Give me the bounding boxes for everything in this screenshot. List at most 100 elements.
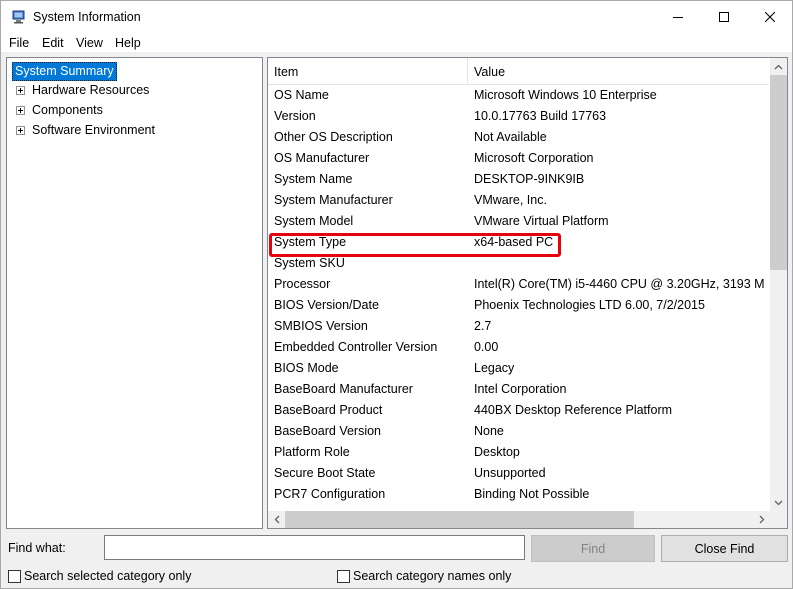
tree-item-label: Hardware Resources: [32, 83, 150, 97]
menu-file[interactable]: File: [9, 36, 29, 50]
table-row[interactable]: Secure Boot State Unsupported: [268, 463, 769, 484]
row-item-cell: BIOS Version/Date: [274, 298, 379, 312]
row-value-cell: Desktop: [474, 445, 520, 459]
search-category-names-checkbox[interactable]: Search category names only: [337, 568, 511, 584]
tree-item-label: Software Environment: [32, 123, 155, 137]
tree-item-system-summary[interactable]: System Summary: [12, 62, 117, 81]
tree-item-software-environment[interactable]: Software Environment: [7, 121, 257, 140]
close-find-button[interactable]: Close Find: [661, 535, 788, 562]
table-row[interactable]: System Model VMware Virtual Platform: [268, 211, 769, 232]
row-value-cell: Phoenix Technologies LTD 6.00, 7/2/2015: [474, 298, 705, 312]
table-row[interactable]: Version 10.0.17763 Build 17763: [268, 106, 769, 127]
row-item-cell: Platform Role: [274, 445, 350, 459]
chevron-up-icon: [774, 64, 783, 69]
close-button[interactable]: [747, 1, 793, 33]
table-row[interactable]: BaseBoard Product 440BX Desktop Reference…: [268, 400, 769, 421]
category-tree[interactable]: System Summary Hardware Resources Compon…: [6, 57, 263, 529]
scroll-right-button[interactable]: [753, 511, 770, 528]
table-row[interactable]: OS Manufacturer Microsoft Corporation: [268, 148, 769, 169]
row-item-cell: BaseBoard Product: [274, 403, 383, 417]
row-value-cell: Microsoft Corporation: [474, 151, 594, 165]
search-selected-category-checkbox[interactable]: Search selected category only: [8, 568, 191, 584]
row-item-cell: System Manufacturer: [274, 193, 393, 207]
row-value-cell: x64-based PC: [474, 235, 554, 249]
system-information-app-icon: [11, 10, 26, 24]
chevron-left-icon: [274, 515, 279, 524]
find-what-input[interactable]: [104, 535, 525, 560]
expand-plus-icon[interactable]: [16, 106, 25, 115]
scroll-down-button[interactable]: [770, 494, 787, 511]
vertical-scrollbar[interactable]: [770, 58, 787, 511]
horizontal-scrollbar[interactable]: [268, 511, 770, 528]
list-header: Item Value: [268, 58, 769, 85]
row-item-cell: SMBIOS Version: [274, 319, 368, 333]
row-item-cell: Version: [274, 109, 316, 123]
menu-help[interactable]: Help: [115, 36, 141, 50]
row-value-cell: DESKTOP-9INK9IB: [474, 172, 585, 186]
maximize-icon: [719, 12, 729, 22]
table-row[interactable]: Other OS Description Not Available: [268, 127, 769, 148]
table-row[interactable]: Processor Intel(R) Core(TM) i5-4460 CPU @…: [268, 274, 769, 295]
column-header-value[interactable]: Value: [474, 65, 505, 79]
row-value-cell: None: [474, 424, 504, 438]
menu-edit[interactable]: Edit: [42, 36, 64, 50]
window-title: System Information: [33, 10, 141, 24]
table-row[interactable]: System SKU: [268, 253, 769, 274]
horizontal-scroll-thumb[interactable]: [285, 511, 634, 528]
list-rows: OS Name Microsoft Windows 10 Enterprise Ve…: [268, 85, 769, 509]
checkbox-label: Search selected category only: [24, 569, 192, 583]
table-row[interactable]: Embedded Controller Version 0.00: [268, 337, 769, 358]
scroll-left-button[interactable]: [268, 511, 285, 528]
table-row[interactable]: BaseBoard Manufacturer Intel Corporation: [268, 379, 769, 400]
row-item-cell: BaseBoard Version: [274, 424, 382, 438]
row-item-cell: System Name: [274, 172, 353, 186]
vertical-scroll-thumb[interactable]: [770, 75, 787, 270]
row-item-cell: OS Name: [274, 88, 329, 102]
row-value-cell: Unsupported: [474, 466, 546, 480]
expand-plus-icon[interactable]: [16, 126, 25, 135]
table-row[interactable]: SMBIOS Version 2.7: [268, 316, 769, 337]
menu-bar: File Edit View Help: [1, 33, 792, 53]
title-bar[interactable]: System Information: [1, 1, 792, 33]
table-row[interactable]: Platform Role Desktop: [268, 442, 769, 463]
table-row[interactable]: System Name DESKTOP-9INK9IB: [268, 169, 769, 190]
table-row[interactable]: PCR7 Configuration Binding Not Possible: [268, 484, 769, 505]
row-item-cell: Processor: [274, 277, 331, 291]
column-header-item[interactable]: Item: [274, 65, 298, 79]
row-value-cell: Intel(R) Core(TM) i5-4460 CPU @ 3.20GHz,…: [474, 277, 765, 291]
table-row[interactable]: System Manufacturer VMware, Inc.: [268, 190, 769, 211]
row-item-cell: OS Manufacturer: [274, 151, 370, 165]
maximize-button[interactable]: [701, 1, 747, 33]
tree-item-components[interactable]: Components: [7, 101, 257, 120]
row-value-cell: 440BX Desktop Reference Platform: [474, 403, 673, 417]
table-row[interactable]: System Type x64-based PC: [268, 232, 769, 253]
table-row[interactable]: BIOS Version/Date Phoenix Technologies LT…: [268, 295, 769, 316]
row-item-cell: Embedded Controller Version: [274, 340, 438, 354]
menu-view[interactable]: View: [76, 36, 103, 50]
row-value-cell: 10.0.17763 Build 17763: [474, 109, 607, 123]
table-row[interactable]: BIOS Mode Legacy: [268, 358, 769, 379]
checkbox-box[interactable]: [8, 569, 21, 583]
checkbox-box[interactable]: [337, 569, 350, 583]
row-item-cell: System Model: [274, 214, 354, 228]
column-divider[interactable]: [467, 58, 468, 85]
checkbox-label: Search category names only: [353, 569, 512, 583]
row-value-cell: VMware Virtual Platform: [474, 214, 609, 228]
row-value-cell: 0.00: [474, 340, 499, 354]
row-item-cell: BaseBoard Manufacturer: [274, 382, 413, 396]
scroll-up-button[interactable]: [770, 58, 787, 75]
expand-plus-icon[interactable]: [16, 86, 25, 95]
tree-item-hardware-resources[interactable]: Hardware Resources: [7, 81, 257, 100]
row-item-cell: Secure Boot State: [274, 466, 376, 480]
minimize-icon: [673, 17, 683, 18]
close-icon: [765, 12, 775, 22]
minimize-button[interactable]: [655, 1, 701, 33]
details-list[interactable]: Item Value OS Name Microsoft Windows 10 E…: [267, 57, 788, 529]
row-value-cell: Intel Corporation: [474, 382, 567, 396]
table-row[interactable]: BaseBoard Version None: [268, 421, 769, 442]
row-value-cell: Not Available: [474, 130, 547, 144]
row-value-cell: Legacy: [474, 361, 515, 375]
table-row[interactable]: OS Name Microsoft Windows 10 Enterprise: [268, 85, 769, 106]
row-item-cell: BIOS Mode: [274, 361, 339, 375]
find-button[interactable]: Find: [531, 535, 655, 562]
